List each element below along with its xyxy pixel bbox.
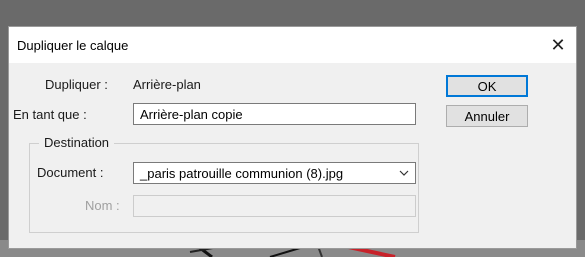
destination-group (29, 143, 419, 233)
ok-button[interactable]: OK (446, 75, 528, 97)
dialog-title: Dupliquer le calque (17, 38, 129, 53)
document-label: Document : (37, 165, 104, 180)
cancel-button[interactable]: Annuler (446, 105, 528, 127)
destination-legend: Destination (39, 135, 115, 150)
close-icon[interactable]: ✕ (540, 27, 576, 63)
document-select-value: _paris patrouille communion (8).jpg (140, 166, 344, 181)
chevron-down-icon[interactable] (398, 164, 410, 185)
duplicate-layer-dialog: Dupliquer le calque ✕ Dupliquer : Arrièr… (8, 26, 577, 249)
document-select[interactable]: _paris patrouille communion (8).jpg (133, 162, 416, 184)
as-name-input[interactable]: Arrière-plan copie (133, 103, 416, 125)
duplicate-value: Arrière-plan (133, 77, 201, 92)
name-input (133, 195, 416, 217)
duplicate-label: Dupliquer : (45, 77, 108, 92)
name-label: Nom : (85, 198, 120, 213)
title-bar: Dupliquer le calque ✕ (9, 27, 576, 63)
as-label: En tant que : (13, 107, 87, 122)
